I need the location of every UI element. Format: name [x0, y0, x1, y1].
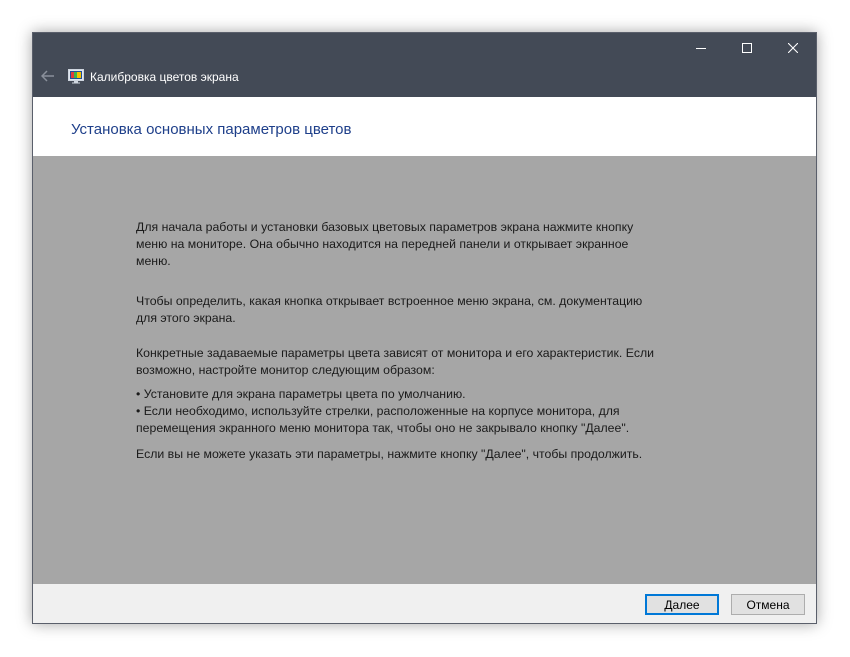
- page-title: Установка основных параметров цветов: [71, 121, 352, 138]
- paragraph-3-line: возможно, настройте монитор следующим об…: [136, 363, 435, 377]
- paragraph-1-line: меню.: [136, 254, 171, 268]
- bullet-item: • Если необходимо, используйте стрелки, …: [136, 404, 620, 418]
- instructions-paragraph-4: Если вы не можете указать эти параметры,…: [136, 446, 696, 463]
- cancel-button[interactable]: Отмена: [731, 594, 805, 615]
- instructions-panel: Для начала работы и установки базовых цв…: [33, 156, 816, 584]
- paragraph-1-line: меню на мониторе. Она обычно находится н…: [136, 237, 629, 251]
- paragraph-2-line: для этого экрана.: [136, 311, 236, 325]
- title-bar: Калибровка цветов экрана: [33, 33, 816, 97]
- instructions-bullets: • Установите для экрана параметры цвета …: [136, 386, 696, 437]
- button-bar: Далее Отмена: [33, 584, 816, 623]
- maximize-icon: [742, 43, 752, 53]
- bullet-item-continuation: перемещения экранного меню монитора так,…: [136, 421, 630, 435]
- instructions-paragraph-3: Конкретные задаваемые параметры цвета за…: [136, 345, 696, 379]
- close-button[interactable]: [770, 33, 816, 63]
- display-color-calibration-icon: [68, 69, 84, 84]
- back-button[interactable]: [37, 67, 59, 89]
- minimize-button[interactable]: [678, 33, 724, 63]
- page-header: Установка основных параметров цветов: [33, 97, 816, 156]
- instructions-paragraph-1: Для начала работы и установки базовых цв…: [136, 219, 696, 270]
- close-icon: [788, 43, 798, 53]
- instructions-paragraph-2: Чтобы определить, какая кнопка открывает…: [136, 293, 696, 327]
- window-title: Калибровка цветов экрана: [90, 70, 239, 84]
- minimize-icon: [696, 43, 706, 53]
- paragraph-4-line: Если вы не можете указать эти параметры,…: [136, 447, 643, 461]
- bullet-item: • Установите для экрана параметры цвета …: [136, 387, 466, 401]
- back-arrow-icon: [40, 69, 55, 87]
- calibration-window: Калибровка цветов экрана Установка основ…: [32, 32, 817, 624]
- paragraph-3-line: Конкретные задаваемые параметры цвета за…: [136, 346, 655, 360]
- paragraph-2-line: Чтобы определить, какая кнопка открывает…: [136, 294, 643, 308]
- paragraph-1-line: Для начала работы и установки базовых цв…: [136, 220, 634, 234]
- maximize-button[interactable]: [724, 33, 770, 63]
- next-button[interactable]: Далее: [645, 594, 719, 615]
